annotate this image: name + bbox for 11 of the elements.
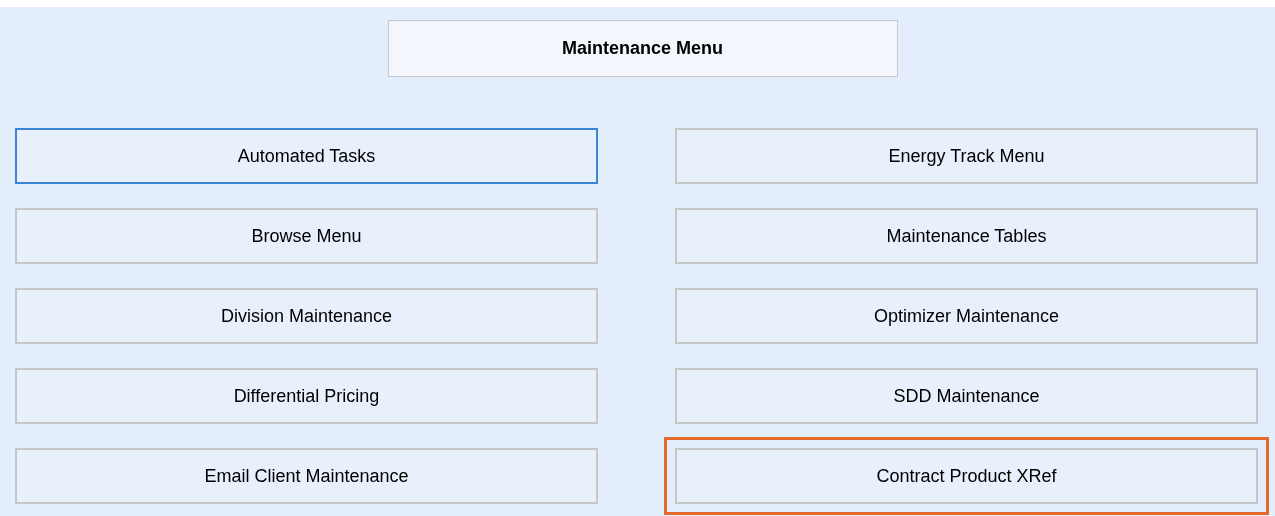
menu-button[interactable]: Division Maintenance xyxy=(15,288,598,344)
menu-button[interactable]: Automated Tasks xyxy=(15,128,598,184)
menu-button[interactable]: Energy Track Menu xyxy=(675,128,1258,184)
menu-button[interactable]: Differential Pricing xyxy=(15,368,598,424)
menu-button[interactable]: SDD Maintenance xyxy=(675,368,1258,424)
menu-title: Maintenance Menu xyxy=(387,20,898,77)
menu-button[interactable]: Browse Menu xyxy=(15,208,598,264)
menu-button[interactable]: Optimizer Maintenance xyxy=(675,288,1258,344)
menu-button[interactable]: Contract Product XRef xyxy=(675,448,1258,504)
menu-button[interactable]: Maintenance Tables xyxy=(675,208,1258,264)
menu-button[interactable]: Email Client Maintenance xyxy=(15,448,598,504)
